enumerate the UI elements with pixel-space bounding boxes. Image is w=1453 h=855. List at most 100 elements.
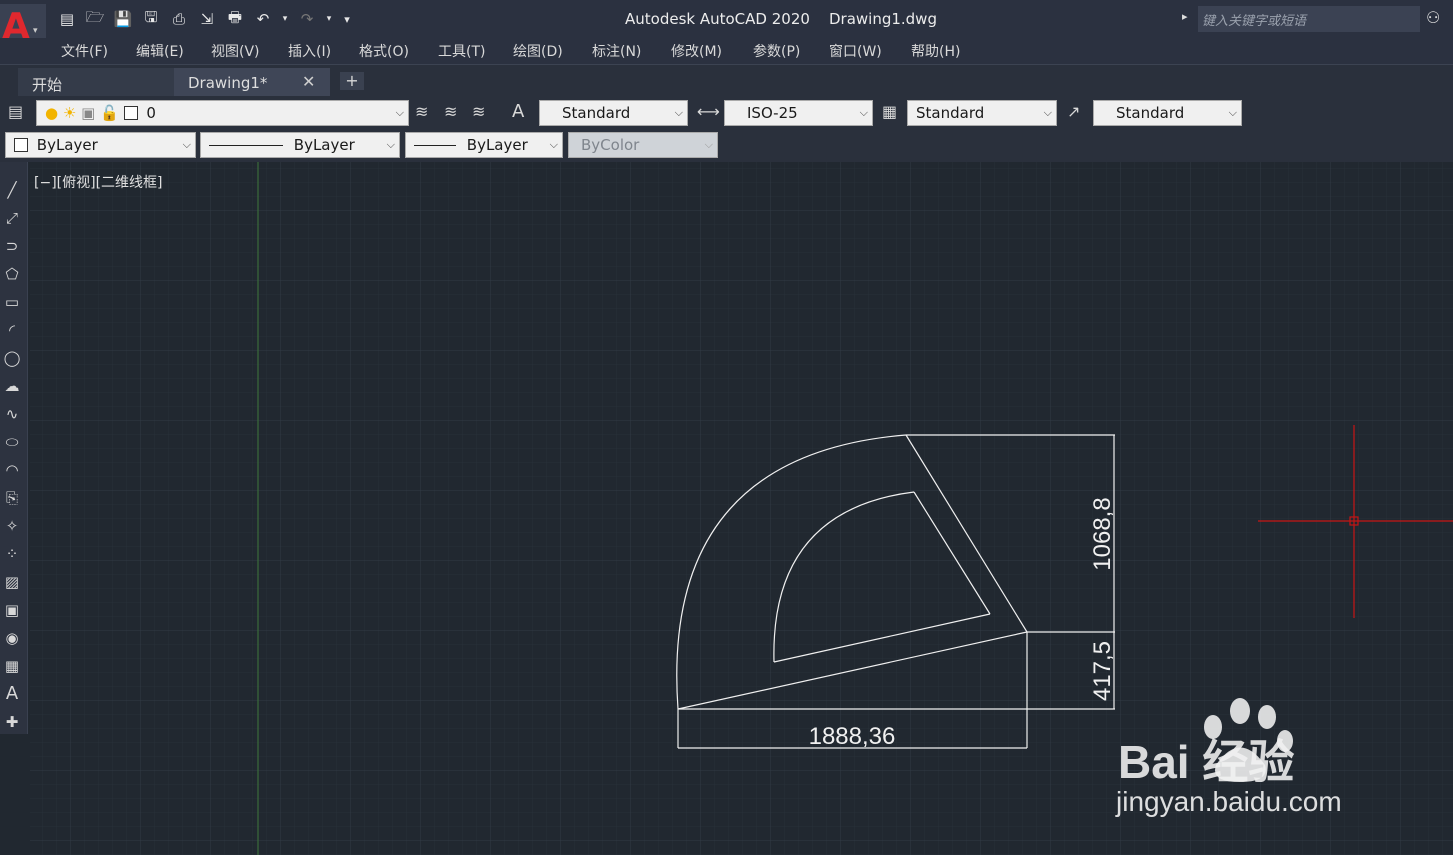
menu-file[interactable]: 文件(F) [61,41,108,61]
insert-block-icon[interactable]: ⎘ [0,486,24,510]
polygon-icon[interactable]: ⬠ [0,262,24,286]
add-selected-icon[interactable]: ✚ [0,710,24,734]
expand-search-icon[interactable]: ▸ [1182,10,1188,23]
viewport-controls-label[interactable]: [−][俯视][二维线框] [34,172,163,192]
user-icon[interactable]: ⚇ [1426,8,1440,27]
draw-toolbar: ╱ ⤢ ⊃ ⬠ ▭ ◜ ◯ ☁ ∿ ⬭ ◠ ⎘ ✧ ⁘ ▨ ▣ ◉ ▦ A ✚ [0,162,28,734]
tab-drawing1[interactable]: Drawing1* ✕ [174,68,330,97]
save-as-icon[interactable]: 🖫 [140,8,162,30]
layer-dropdown[interactable]: ● ☀ ▣ 🔓 0 ⌵ [36,100,409,126]
color-value: ByLayer [36,136,98,154]
menu-modify[interactable]: 修改(M) [671,41,722,61]
undo-dropdown-icon[interactable]: ▾ [280,8,290,30]
region-icon[interactable]: ◉ [0,626,24,650]
menu-bar: 文件(F) 编辑(E) 视图(V) 插入(I) 格式(O) 工具(T) 绘图(D… [0,38,1453,64]
menu-dimension[interactable]: 标注(N) [592,41,641,61]
redo-dropdown-icon[interactable]: ▾ [324,8,334,30]
layers-styles-toolbar: ▤ ● ☀ ▣ 🔓 0 ⌵ ≋ ≋ ≋ A Standard ⌵ ⟷ ISO-2… [0,96,1453,130]
lineweight-preview [414,145,456,146]
ellipse-icon[interactable]: ⬭ [0,430,24,454]
table-icon[interactable]: ▦ [0,654,24,678]
save-icon[interactable]: 💾 [112,8,134,30]
table-style-icon[interactable]: ▦ [882,102,897,121]
chevron-down-icon: ⌵ [674,106,683,119]
dim-style-value: ISO-25 [747,104,798,122]
new-tab-button[interactable]: + [340,72,364,90]
make-current-layer-icon[interactable]: ≋ [415,102,428,121]
menu-view[interactable]: 视图(V) [211,41,260,61]
dim-text-vertical-upper[interactable]: 1068,8 [1089,497,1116,570]
redo-icon[interactable]: ↷ [296,8,318,30]
layer-color-swatch [123,106,138,120]
tab-start[interactable]: 开始 [18,68,176,97]
plotstyle-value: ByColor [581,136,640,154]
menu-format[interactable]: 格式(O) [359,41,409,61]
lineweight-dropdown[interactable]: ByLayer ⌵ [405,132,563,158]
chevron-down-icon: ⌵ [182,138,191,151]
menu-tools[interactable]: 工具(T) [438,41,485,61]
make-block-icon[interactable]: ✧ [0,514,24,538]
plotstyle-dropdown: ByColor ⌵ [568,132,718,158]
text-style-dropdown[interactable]: Standard ⌵ [539,100,688,126]
revision-cloud-icon[interactable]: ☁ [0,374,24,398]
linetype-value: ByLayer [293,136,355,154]
polyline-icon[interactable]: ⊃ [0,234,24,258]
chevron-down-icon: ⌵ [704,138,713,151]
arc-icon[interactable]: ◜ [0,318,24,342]
linetype-dropdown[interactable]: ByLayer ⌵ [200,132,400,158]
construction-line-icon[interactable]: ⤢ [0,206,24,230]
layer-previous-icon[interactable]: ≋ [472,102,485,121]
tab-drawing1-label: Drawing1* [188,74,268,92]
print-icon[interactable]: 🖶 [224,8,246,30]
text-style-icon[interactable]: A [512,101,524,122]
hatch-icon[interactable]: ▨ [0,570,24,594]
layer-name: 0 [146,104,156,122]
watermark-url: jingyan.baidu.com [1116,786,1342,817]
close-icon[interactable]: ✕ [302,72,315,91]
multiline-text-icon[interactable]: A [0,682,24,706]
table-style-dropdown[interactable]: Standard ⌵ [907,100,1057,126]
menu-draw[interactable]: 绘图(D) [513,41,563,61]
chevron-down-icon: ⌵ [1228,106,1237,119]
color-dropdown[interactable]: ByLayer ⌵ [5,132,196,158]
bulb-on-icon: ● [45,104,59,122]
dim-style-dropdown[interactable]: ISO-25 ⌵ [724,100,873,126]
sun-icon: ☀ [62,104,77,122]
chevron-down-icon: ⌵ [395,106,404,119]
ellipse-arc-icon[interactable]: ◠ [0,458,24,482]
menu-parametric[interactable]: 参数(P) [753,41,800,61]
line-icon[interactable]: ╱ [0,178,24,202]
dim-style-icon[interactable]: ⟷ [697,102,720,121]
watermark-brand: Bai 经验 [1118,736,1295,788]
dim-text-vertical-lower[interactable]: 417,5 [1089,641,1116,701]
undo-icon[interactable]: ↶ [252,8,274,30]
layer-match-icon[interactable]: ≋ [444,102,457,121]
menu-insert[interactable]: 插入(I) [288,41,331,61]
dim-text-horizontal[interactable]: 1888,36 [809,723,896,750]
multileader-style-icon[interactable]: ↗ [1067,102,1080,121]
spline-icon[interactable]: ∿ [0,402,24,426]
publish-icon[interactable]: ⎙ [168,8,190,30]
chevron-down-icon: ⌵ [1043,106,1052,119]
title-bar: ▸ 键入关键字或短语 ⚇ Autodesk AutoCAD 2020 Drawi… [0,0,1453,38]
menu-edit[interactable]: 编辑(E) [136,41,184,61]
layer-properties-icon[interactable]: ▤ [8,102,23,121]
chevron-down-icon: ⌵ [386,138,395,151]
menu-window[interactable]: 窗口(W) [829,41,882,61]
search-input[interactable]: 键入关键字或短语 [1198,6,1420,32]
multileader-style-dropdown[interactable]: Standard ⌵ [1093,100,1242,126]
gradient-icon[interactable]: ▣ [0,598,24,622]
open-icon[interactable]: 🗁 [84,8,106,30]
menu-help[interactable]: 帮助(H) [911,41,960,61]
unlock-icon: 🔓 [100,104,119,122]
point-icon[interactable]: ⁘ [0,542,24,566]
rectangle-icon[interactable]: ▭ [0,290,24,314]
file-tab-bar: 开始 Drawing1* ✕ [0,64,1453,97]
linetype-preview [209,145,283,146]
new-icon[interactable]: ▤ [56,8,78,30]
properties-toolbar: ByLayer ⌵ ByLayer ⌵ ByLayer ⌵ ByColor ⌵ [0,130,1453,162]
window-title: Autodesk AutoCAD 2020 Drawing1.dwg [625,10,937,28]
circle-icon[interactable]: ◯ [0,346,24,370]
import-icon[interactable]: ⇲ [196,8,218,30]
customize-qat-icon[interactable]: ▾ [340,8,354,30]
